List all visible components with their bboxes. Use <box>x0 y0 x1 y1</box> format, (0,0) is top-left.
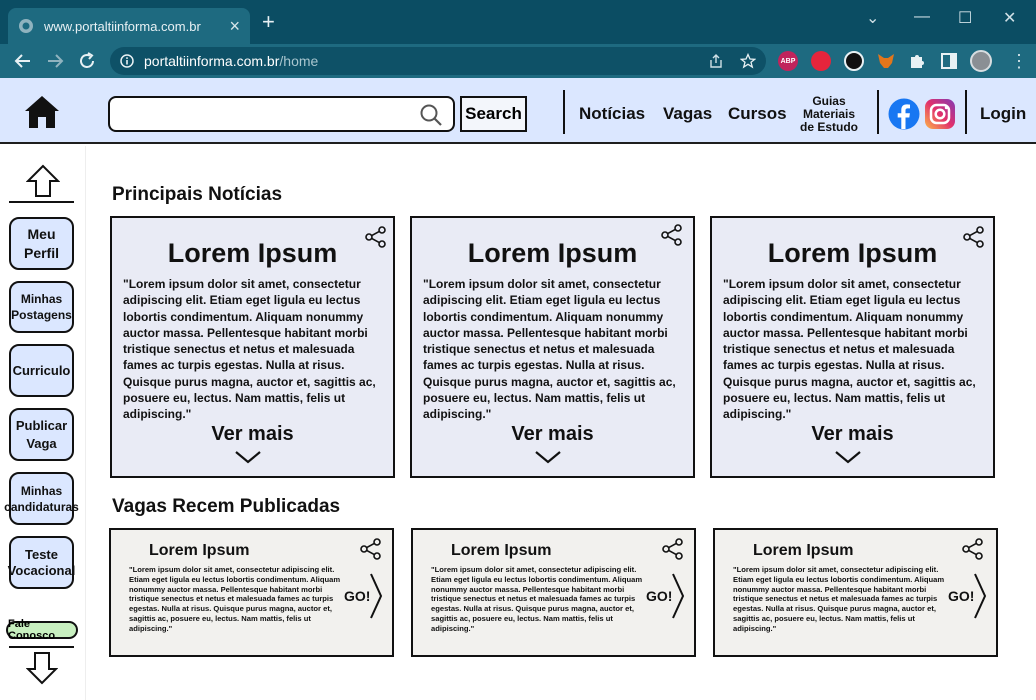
header-divider <box>965 90 967 134</box>
job-card-body: "Lorem ipsum dolor sit amet, consectetur… <box>129 565 341 633</box>
job-card-title: Lorem Ipsum <box>451 542 552 559</box>
share-icon[interactable] <box>359 537 383 561</box>
browser-tab-strip: www.portaltiinforma.com.br × + ⌄ — ☐ ✕ <box>0 0 1036 44</box>
url-host: portaltiinforma.com.br <box>144 53 280 69</box>
nav-guias-materiais[interactable]: Guias Materiais de Estudo <box>796 95 862 134</box>
vpn-extension-icon[interactable] <box>844 51 864 71</box>
sidebar-divider <box>9 201 74 203</box>
job-card-body: "Lorem ipsum dolor sit amet, consectetur… <box>733 565 945 633</box>
news-card[interactable]: Lorem Ipsum "Lorem ipsum dolor sit amet,… <box>410 216 695 478</box>
sidebar-item-minhas-candidaturas[interactable]: Minhas candidaturas <box>4 472 79 525</box>
browser-tab[interactable]: www.portaltiinforma.com.br × <box>8 8 250 44</box>
go-button-label[interactable]: GO! <box>344 588 370 604</box>
address-bar[interactable]: portaltiinforma.com.br/home <box>110 47 766 75</box>
hand-extension-icon[interactable] <box>811 51 831 71</box>
job-card-title: Lorem Ipsum <box>149 542 250 559</box>
tab-title: www.portaltiinforma.com.br <box>44 18 201 34</box>
back-arrow-icon[interactable] <box>12 50 34 72</box>
share-icon[interactable] <box>660 223 684 247</box>
job-card-body: "Lorem ipsum dolor sit amet, consectetur… <box>431 565 643 633</box>
close-tab-icon[interactable]: × <box>229 16 240 37</box>
share-page-icon[interactable] <box>708 53 724 69</box>
globe-icon <box>19 19 33 33</box>
share-icon[interactable] <box>661 537 685 561</box>
login-link[interactable]: Login <box>980 104 1026 124</box>
site-header: Search Notícias Vagas Cursos Guias Mater… <box>0 78 1036 144</box>
url-path: /home <box>279 53 319 69</box>
browser-toolbar: portaltiinforma.com.br/home ABP ⋮ <box>0 44 1036 78</box>
ver-mais-link[interactable]: Ver mais <box>712 423 993 446</box>
sidebar-divider <box>9 646 74 648</box>
share-icon[interactable] <box>961 537 985 561</box>
tab-search-chevron-icon[interactable]: ⌄ <box>866 8 879 28</box>
sidebar-item-publicar-vaga[interactable]: Publicar Vaga <box>9 408 74 461</box>
nav-vagas[interactable]: Vagas <box>663 104 712 124</box>
job-card-title: Lorem Ipsum <box>753 542 854 559</box>
extensions-puzzle-icon[interactable] <box>907 51 927 71</box>
scroll-up-arrow-icon[interactable] <box>26 164 60 198</box>
reload-icon[interactable] <box>76 50 98 72</box>
search-field[interactable] <box>108 96 455 132</box>
news-card-body: "Lorem ipsum dolor sit amet, consectetur… <box>123 277 376 422</box>
news-card-title: Lorem Ipsum <box>167 238 338 268</box>
bookmark-star-icon[interactable] <box>740 53 756 69</box>
window-close-icon[interactable]: ✕ <box>1003 8 1016 28</box>
forward-arrow-icon[interactable] <box>44 50 66 72</box>
left-sidebar: Meu Perfil Minhas Postagens Curriculo Pu… <box>0 146 86 700</box>
adblock-icon[interactable]: ABP <box>778 51 798 71</box>
section-title-jobs: Vagas Recem Publicadas <box>112 496 341 517</box>
header-divider <box>563 90 565 134</box>
scroll-down-arrow-icon[interactable] <box>26 651 58 685</box>
news-card-body: "Lorem ipsum dolor sit amet, consectetur… <box>723 277 976 422</box>
sidebar-item-curriculo[interactable]: Curriculo <box>9 344 74 397</box>
chevron-right-icon[interactable] <box>973 572 987 620</box>
header-divider <box>877 90 879 134</box>
chevron-right-icon[interactable] <box>369 572 383 620</box>
search-icon[interactable] <box>419 103 443 127</box>
fale-conosco-button[interactable]: Fale Conosco <box>6 618 78 642</box>
news-card-title: Lorem Ipsum <box>467 238 638 268</box>
job-card[interactable]: Lorem Ipsum "Lorem ipsum dolor sit amet,… <box>713 528 998 657</box>
sidebar-item-teste-vocacional[interactable]: Teste Vocacional <box>8 536 75 589</box>
chevron-right-icon[interactable] <box>671 572 685 620</box>
search-input[interactable] <box>118 99 418 129</box>
browser-menu-icon[interactable]: ⋮ <box>1010 51 1028 72</box>
sidebar-item-meu-perfil[interactable]: Meu Perfil <box>9 217 74 270</box>
go-button-label[interactable]: GO! <box>948 588 974 604</box>
ver-mais-link[interactable]: Ver mais <box>112 423 393 446</box>
new-tab-button[interactable]: + <box>262 11 275 33</box>
nav-noticias[interactable]: Notícias <box>579 104 645 124</box>
job-card[interactable]: Lorem Ipsum "Lorem ipsum dolor sit amet,… <box>411 528 696 657</box>
instagram-icon[interactable] <box>924 98 956 130</box>
metamask-fox-icon[interactable] <box>876 51 896 71</box>
share-icon[interactable] <box>962 225 986 249</box>
share-icon[interactable] <box>364 225 388 249</box>
facebook-icon[interactable] <box>888 98 920 130</box>
minimize-icon[interactable]: — <box>914 8 930 26</box>
search-button[interactable]: Search <box>460 96 527 132</box>
maximize-icon[interactable]: ☐ <box>958 8 972 28</box>
profile-avatar[interactable] <box>970 50 992 72</box>
ver-mais-link[interactable]: Ver mais <box>412 423 693 446</box>
news-card-title: Lorem Ipsum <box>767 238 938 268</box>
job-card[interactable]: Lorem Ipsum "Lorem ipsum dolor sit amet,… <box>109 528 394 657</box>
go-button-label[interactable]: GO! <box>646 588 672 604</box>
chevron-down-icon[interactable] <box>234 450 262 464</box>
news-card[interactable]: Lorem Ipsum "Lorem ipsum dolor sit amet,… <box>110 216 395 478</box>
news-card-body: "Lorem ipsum dolor sit amet, consectetur… <box>423 277 676 422</box>
side-panel-icon[interactable] <box>939 51 959 71</box>
home-icon[interactable] <box>24 95 60 129</box>
chevron-down-icon[interactable] <box>834 450 862 464</box>
nav-cursos[interactable]: Cursos <box>728 104 787 124</box>
site-info-icon[interactable] <box>120 54 134 68</box>
chevron-down-icon[interactable] <box>534 450 562 464</box>
sidebar-item-minhas-postagens[interactable]: Minhas Postagens <box>9 281 74 333</box>
section-title-news: Principais Notícias <box>112 184 283 205</box>
news-card[interactable]: Lorem Ipsum "Lorem ipsum dolor sit amet,… <box>710 216 995 478</box>
